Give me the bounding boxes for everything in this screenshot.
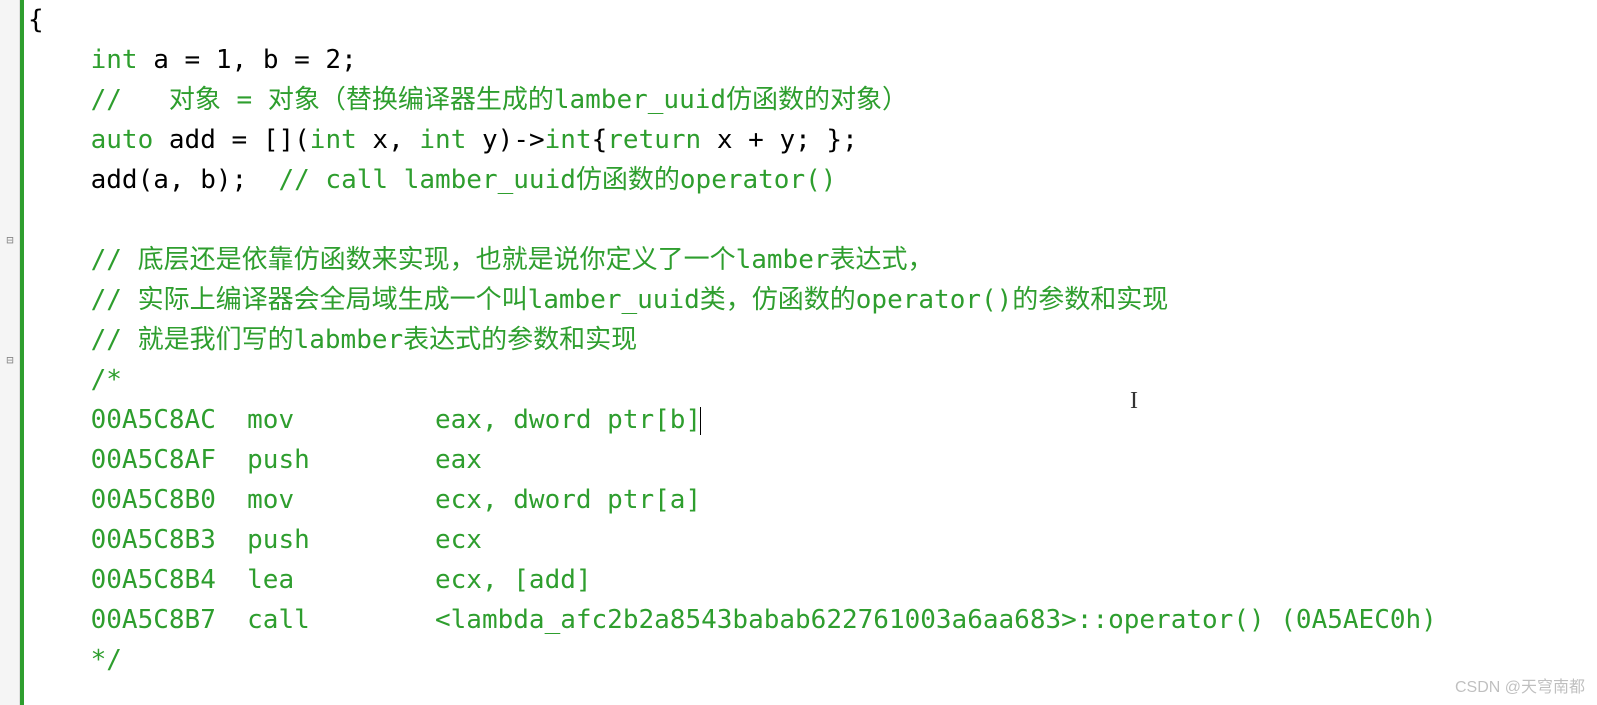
asm-line: 00A5C8B7 call <lambda_afc2b2a8543babab62… bbox=[91, 605, 1437, 635]
asm-line: 00A5C8B3 push ecx bbox=[91, 525, 482, 555]
comment-block-end: */ bbox=[91, 645, 122, 675]
brace-open: { bbox=[28, 5, 44, 35]
asm-line: 00A5C8B0 mov ecx, dword ptr[a] bbox=[91, 485, 701, 515]
keyword-auto: auto bbox=[91, 125, 154, 155]
keyword-return: return bbox=[607, 125, 701, 155]
comment-line: // 就是我们写的labmber表达式的参数和实现 bbox=[91, 325, 638, 355]
code-text: add(a, b); bbox=[91, 165, 279, 195]
fold-marker-icon[interactable]: ⊟ bbox=[4, 235, 16, 247]
watermark-text: CSDN @天穹南都 bbox=[1455, 673, 1585, 697]
change-indicator-bar bbox=[20, 0, 24, 705]
fold-marker-icon[interactable]: ⊟ bbox=[4, 355, 16, 367]
keyword-int: int bbox=[545, 125, 592, 155]
comment-line: // 对象 = 对象（替换编译器生成的lamber_uuid仿函数的对象） bbox=[91, 85, 908, 115]
code-text: { bbox=[592, 125, 608, 155]
keyword-int: int bbox=[419, 125, 466, 155]
code-text: x, bbox=[357, 125, 420, 155]
text-caret bbox=[700, 407, 701, 435]
code-text: a = 1, b = 2; bbox=[138, 45, 357, 75]
asm-line: 00A5C8B4 lea ecx, [add] bbox=[91, 565, 592, 595]
comment-line: // 底层还是依靠仿函数来实现，也就是说你定义了一个lamber表达式， bbox=[91, 245, 934, 275]
asm-line: 00A5C8AF push eax bbox=[91, 445, 482, 475]
mouse-cursor-ibeam-icon: I bbox=[1130, 388, 1138, 415]
code-editor[interactable]: { int a = 1, b = 2; // 对象 = 对象（替换编译器生成的l… bbox=[28, 0, 1437, 680]
comment-block-start: /* bbox=[91, 365, 122, 395]
keyword-int: int bbox=[91, 45, 138, 75]
code-text: x + y; }; bbox=[701, 125, 858, 155]
comment-line: // call lamber_uuid仿函数的operator() bbox=[278, 165, 836, 195]
code-text: y)-> bbox=[466, 125, 544, 155]
editor-gutter: ⊟ ⊟ bbox=[0, 0, 20, 705]
comment-line: // 实际上编译器会全局域生成一个叫lamber_uuid类，仿函数的opera… bbox=[91, 285, 1169, 315]
code-text: add = []( bbox=[153, 125, 310, 155]
asm-line: 00A5C8AC mov eax, dword ptr[b] bbox=[91, 405, 701, 435]
keyword-int: int bbox=[310, 125, 357, 155]
